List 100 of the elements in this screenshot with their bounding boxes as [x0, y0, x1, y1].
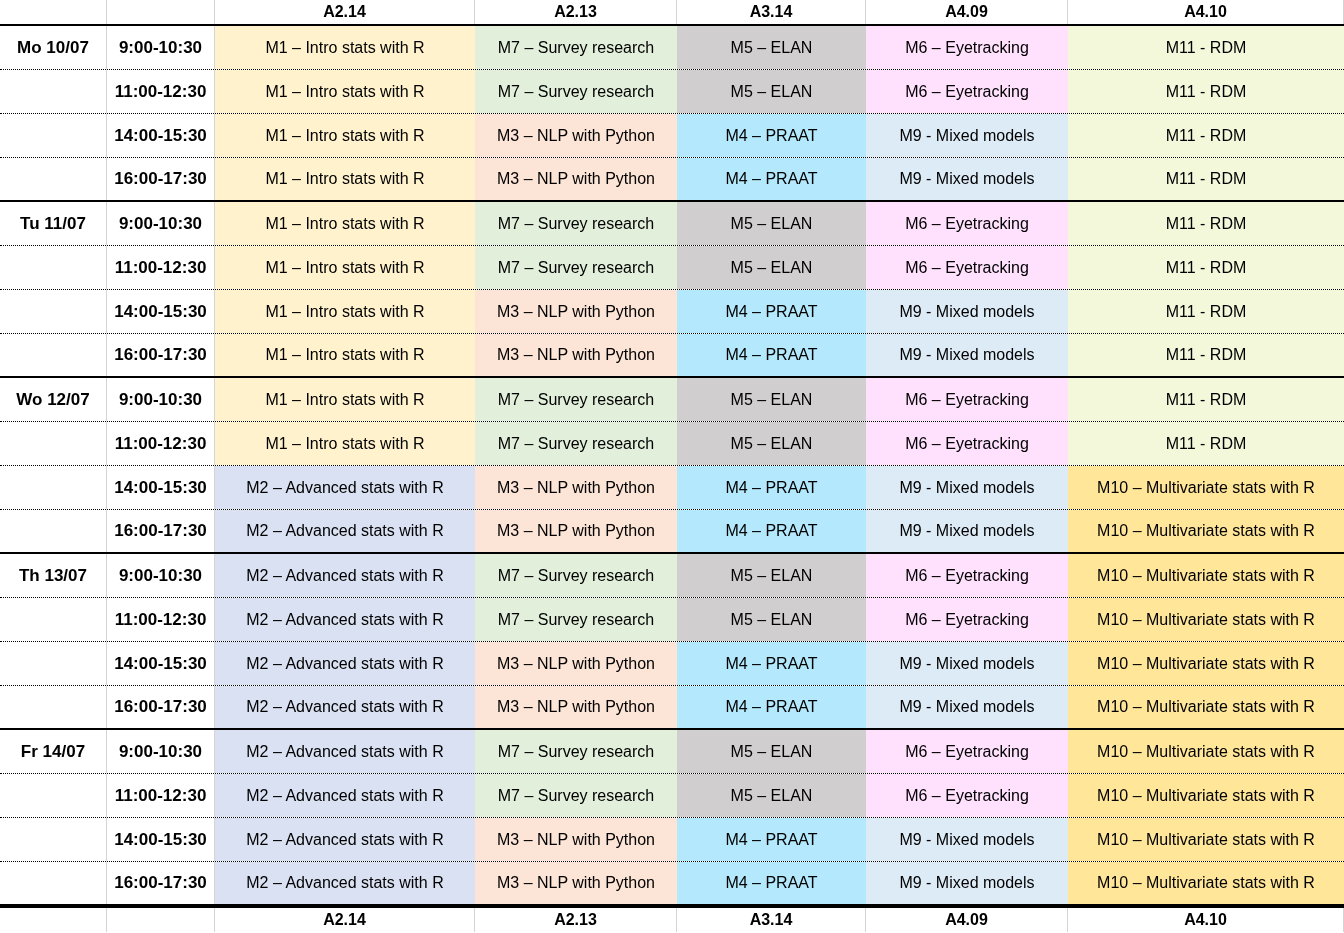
table-cell: M3 – NLP with Python — [475, 114, 677, 157]
table-cell: M9 - Mixed models — [866, 818, 1068, 861]
column-header: A2.14 — [215, 908, 475, 932]
table-cell: M4 – PRAAT — [677, 114, 866, 157]
table-cell: M5 – ELAN — [677, 26, 866, 69]
table-cell: M5 – ELAN — [677, 774, 866, 817]
table-cell: M2 – Advanced stats with R — [215, 818, 475, 861]
column-header: A3.14 — [677, 908, 866, 932]
table-cell: M3 – NLP with Python — [475, 642, 677, 685]
table-cell: M6 – Eyetracking — [866, 554, 1068, 597]
table-cell: M10 – Multivariate stats with R — [1068, 642, 1344, 685]
table-cell: M5 – ELAN — [677, 422, 866, 465]
column-header: A3.14 — [677, 0, 866, 24]
table-cell: M10 – Multivariate stats with R — [1068, 862, 1344, 904]
table-cell: M10 – Multivariate stats with R — [1068, 510, 1344, 552]
table-cell: M3 – NLP with Python — [475, 686, 677, 728]
table-cell: M1 – Intro stats with R — [215, 114, 475, 157]
table-cell: M4 – PRAAT — [677, 158, 866, 200]
day-label: Mo 10/07 — [17, 36, 89, 59]
day-label: Th 13/07 — [18, 564, 87, 587]
table-cell: M6 – Eyetracking — [866, 730, 1068, 773]
table-cell: M9 - Mixed models — [866, 862, 1068, 904]
table-cell: M6 – Eyetracking — [866, 422, 1068, 465]
table-cell: M10 – Multivariate stats with R — [1068, 818, 1344, 861]
table-cell: M11 - RDM — [1068, 70, 1344, 113]
table-cell: M9 - Mixed models — [866, 114, 1068, 157]
table-cell: M2 – Advanced stats with R — [215, 862, 475, 904]
table-cell: M4 – PRAAT — [677, 862, 866, 904]
table-cell: M5 – ELAN — [677, 730, 866, 773]
table-cell: M4 – PRAAT — [677, 642, 866, 685]
table-cell: M5 – ELAN — [677, 70, 866, 113]
table-cell: M11 - RDM — [1068, 246, 1344, 289]
table-cell: M9 - Mixed models — [866, 686, 1068, 728]
table-cell: M5 – ELAN — [677, 246, 866, 289]
table-cell: M1 – Intro stats with R — [215, 378, 475, 421]
table-cell: M1 – Intro stats with R — [215, 334, 475, 376]
table-cell: M10 – Multivariate stats with R — [1068, 774, 1344, 817]
table-cell: M7 – Survey research — [475, 554, 677, 597]
table-cell: M9 - Mixed models — [866, 158, 1068, 200]
day-label: Wo 12/07 — [16, 388, 90, 411]
table-cell: M11 - RDM — [1068, 158, 1344, 200]
table-cell: M2 – Advanced stats with R — [215, 554, 475, 597]
table-cell: M1 – Intro stats with R — [215, 70, 475, 113]
column-header: A4.10 — [1068, 0, 1344, 24]
table-cell: M4 – PRAAT — [677, 290, 866, 333]
table-cell: M7 – Survey research — [475, 378, 677, 421]
table-cell: M3 – NLP with Python — [475, 466, 677, 509]
day-label: Fr 14/07 — [20, 740, 86, 763]
table-cell: M5 – ELAN — [677, 598, 866, 641]
table-cell: M3 – NLP with Python — [475, 158, 677, 200]
table-cell: M1 – Intro stats with R — [215, 202, 475, 245]
column-header: A4.10 — [1068, 908, 1344, 932]
table-cell: M4 – PRAAT — [677, 334, 866, 376]
table-cell: M2 – Advanced stats with R — [215, 642, 475, 685]
table-cell: M9 - Mixed models — [866, 642, 1068, 685]
table-cell: M9 - Mixed models — [866, 290, 1068, 333]
table-cell: M9 - Mixed models — [866, 510, 1068, 552]
table-cell: M10 – Multivariate stats with R — [1068, 686, 1344, 728]
table-cell: M9 - Mixed models — [866, 466, 1068, 509]
table-cell: M9 - Mixed models — [866, 334, 1068, 376]
table-cell: M1 – Intro stats with R — [215, 422, 475, 465]
table-cell: M10 – Multivariate stats with R — [1068, 466, 1344, 509]
table-cell: M2 – Advanced stats with R — [215, 466, 475, 509]
table-cell: M6 – Eyetracking — [866, 246, 1068, 289]
table-cell: M6 – Eyetracking — [866, 378, 1068, 421]
table-cell: M7 – Survey research — [475, 26, 677, 69]
table-cell: M4 – PRAAT — [677, 686, 866, 728]
table-cell: M3 – NLP with Python — [475, 818, 677, 861]
table-cell: M2 – Advanced stats with R — [215, 510, 475, 552]
table-cell: M11 - RDM — [1068, 378, 1344, 421]
table-cell: M2 – Advanced stats with R — [215, 686, 475, 728]
table-cell: M11 - RDM — [1068, 202, 1344, 245]
column-header: A2.14 — [215, 0, 475, 24]
table-cell: M11 - RDM — [1068, 422, 1344, 465]
table-cell: M10 – Multivariate stats with R — [1068, 554, 1344, 597]
column-header: A4.09 — [866, 908, 1068, 932]
table-cell: M10 – Multivariate stats with R — [1068, 730, 1344, 773]
table-cell: M4 – PRAAT — [677, 466, 866, 509]
table-cell: M2 – Advanced stats with R — [215, 730, 475, 773]
table-cell: M11 - RDM — [1068, 334, 1344, 376]
table-cell: M10 – Multivariate stats with R — [1068, 598, 1344, 641]
table-cell: M1 – Intro stats with R — [215, 26, 475, 69]
table-cell: M1 – Intro stats with R — [215, 246, 475, 289]
column-header: A2.13 — [475, 0, 677, 24]
table-cell: M6 – Eyetracking — [866, 26, 1068, 69]
table-cell: M7 – Survey research — [475, 202, 677, 245]
column-header: A4.09 — [866, 0, 1068, 24]
table-cell: M4 – PRAAT — [677, 818, 866, 861]
table-cell: M7 – Survey research — [475, 422, 677, 465]
table-cell: M3 – NLP with Python — [475, 290, 677, 333]
table-cell: M1 – Intro stats with R — [215, 158, 475, 200]
column-header: A2.13 — [475, 908, 677, 932]
table-cell: M2 – Advanced stats with R — [215, 598, 475, 641]
table-cell: M11 - RDM — [1068, 290, 1344, 333]
table-cell: M7 – Survey research — [475, 774, 677, 817]
table-cell: M3 – NLP with Python — [475, 510, 677, 552]
table-cell: M7 – Survey research — [475, 70, 677, 113]
table-cell: M11 - RDM — [1068, 26, 1344, 69]
table-cell: M7 – Survey research — [475, 730, 677, 773]
table-cell: M3 – NLP with Python — [475, 862, 677, 904]
